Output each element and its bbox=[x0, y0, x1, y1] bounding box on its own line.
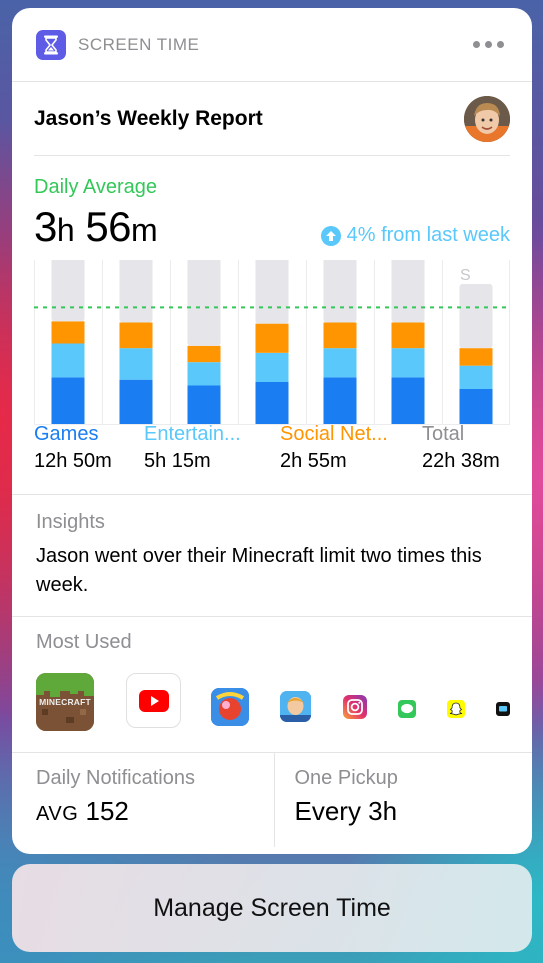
youtube-app-icon[interactable] bbox=[126, 673, 181, 728]
bar-segment bbox=[119, 379, 153, 424]
minecraft-label: MINECRAFT bbox=[39, 697, 91, 707]
bar-segment bbox=[323, 260, 357, 323]
bar-segment bbox=[255, 352, 289, 382]
legend-value: 2h 55m bbox=[280, 450, 347, 472]
hourglass-icon bbox=[36, 29, 66, 60]
legend-social[interactable]: Social Net... 2h 55m bbox=[280, 423, 422, 494]
bar-segment bbox=[119, 322, 153, 349]
insights-text: Jason went over their Minecraft limit tw… bbox=[36, 545, 482, 596]
daily-notifications[interactable]: Daily Notifications AVG 152 bbox=[12, 753, 274, 847]
legend-value: 22h 38m bbox=[422, 450, 500, 472]
notifications-label: Daily Notifications bbox=[36, 767, 195, 789]
insights-label: Insights bbox=[36, 511, 105, 533]
most-used-section: Most Used MINECRAFT bbox=[12, 617, 532, 753]
report-title: Jason’s Weekly Report bbox=[34, 106, 263, 130]
bar-segment bbox=[391, 322, 425, 349]
instagram-app-icon[interactable] bbox=[343, 695, 367, 719]
daily-average-label: Daily Average bbox=[34, 176, 158, 198]
bar-segment bbox=[323, 377, 357, 424]
legend-entertainment[interactable]: Entertain... 5h 15m bbox=[144, 423, 280, 494]
bar-segment bbox=[119, 260, 153, 323]
widget-title: SCREEN TIME bbox=[78, 34, 200, 54]
pickups[interactable]: One Pickup Every 3h bbox=[273, 753, 533, 847]
bar-segment bbox=[187, 345, 221, 363]
bar-segment bbox=[187, 385, 221, 424]
bar-segment bbox=[187, 260, 221, 346]
bar-segment bbox=[459, 348, 493, 366]
arrow-up-icon bbox=[320, 225, 341, 246]
candy-crush-app-icon[interactable] bbox=[211, 688, 249, 726]
tv-app-icon[interactable] bbox=[496, 702, 510, 716]
bar-segment bbox=[323, 348, 357, 378]
bar-segment bbox=[255, 323, 289, 353]
weekly-report-row[interactable]: Jason’s Weekly Report bbox=[34, 82, 510, 156]
messages-app-icon[interactable] bbox=[398, 700, 416, 718]
fortnite-app-icon[interactable] bbox=[280, 691, 311, 722]
bar-segment bbox=[459, 284, 493, 349]
insights-section[interactable]: Insights Jason went over their Minecraft… bbox=[12, 495, 532, 617]
bar-segment bbox=[255, 382, 289, 424]
avatar bbox=[464, 95, 510, 142]
day-label: S bbox=[460, 267, 471, 284]
daily-average-section[interactable]: Daily Average 3h 56m 4% from last week M… bbox=[12, 156, 532, 425]
bar-segment bbox=[459, 389, 493, 424]
bar-segment bbox=[391, 260, 425, 323]
pickups-value: Every 3h bbox=[294, 796, 398, 826]
bar-segment bbox=[391, 377, 425, 424]
daily-usage-chart: MTWTFSS bbox=[34, 260, 510, 425]
bar-segment bbox=[51, 260, 85, 322]
weekly-change: 4% from last week bbox=[320, 224, 510, 247]
bar-segment bbox=[51, 377, 85, 424]
legend-total[interactable]: Total 22h 38m bbox=[422, 423, 500, 494]
bar-segment bbox=[187, 362, 221, 386]
category-legend: Games 12h 50m Entertain... 5h 15m Social… bbox=[12, 423, 532, 495]
bar-segment bbox=[119, 348, 153, 380]
bar-segment bbox=[51, 321, 85, 344]
pickups-label: One Pickup bbox=[294, 767, 398, 789]
bar-segment bbox=[255, 260, 289, 324]
widget-header: SCREEN TIME bbox=[12, 8, 532, 82]
manage-screen-time-button[interactable]: Manage Screen Time bbox=[12, 864, 532, 952]
bar-segment bbox=[391, 348, 425, 378]
legend-value: 5h 15m bbox=[144, 450, 211, 472]
bar-segment bbox=[459, 365, 493, 389]
bar-segment bbox=[51, 343, 85, 378]
notifications-value: AVG 152 bbox=[36, 796, 129, 826]
legend-games[interactable]: Games 12h 50m bbox=[34, 423, 144, 494]
minecraft-app-icon[interactable]: MINECRAFT bbox=[36, 673, 94, 731]
bar-segment bbox=[323, 322, 357, 349]
weekly-change-text: 4% from last week bbox=[346, 224, 510, 246]
snapchat-app-icon[interactable] bbox=[447, 700, 465, 718]
screen-time-widget: SCREEN TIME Jason’s Weekly Report Daily … bbox=[12, 8, 532, 854]
ellipsis-icon[interactable] bbox=[473, 41, 504, 48]
stats-row: Daily Notifications AVG 152 One Pickup E… bbox=[12, 753, 532, 847]
legend-value: 12h 50m bbox=[34, 450, 112, 472]
